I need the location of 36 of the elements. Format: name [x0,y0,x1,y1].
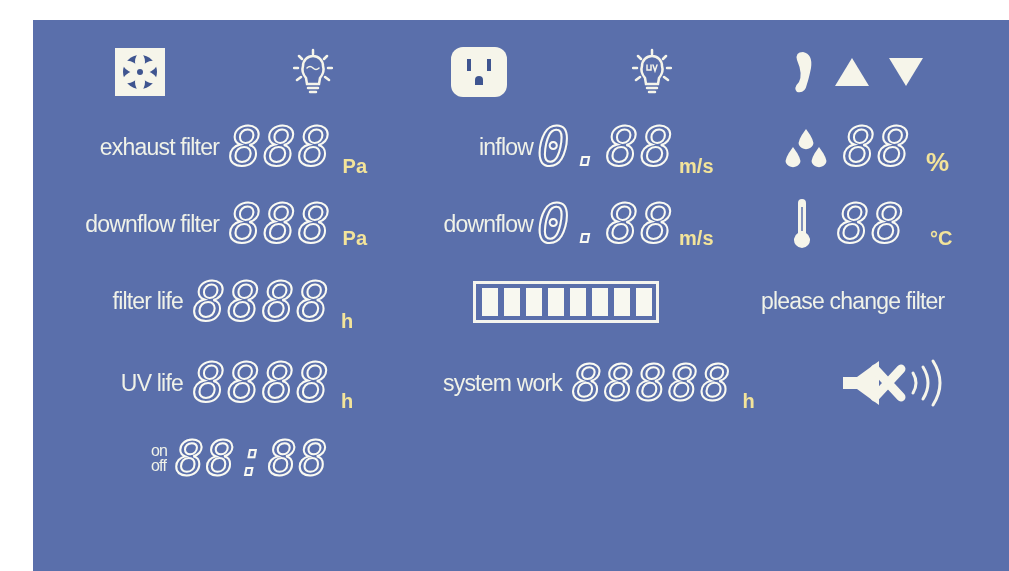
segment-display: 888 [229,197,333,251]
fan-icon [115,48,165,96]
unit-label: h [341,310,354,334]
segment-display: 0.88 [537,120,676,174]
unit-label: m/s [679,227,714,251]
readout-label: downflow filter [85,210,219,238]
segment-display: 88 [837,197,907,251]
unit-label: h [742,390,755,414]
uv-bulb-icon [632,48,672,96]
readout-label: UV life [120,369,183,397]
readout-label: exhaust filter [99,133,219,161]
down-triangle-icon [889,58,923,86]
segment-display: 88888 [572,358,733,408]
readout-label: system work [443,369,562,397]
bulb-icon [293,48,333,96]
on-label: on [151,442,168,458]
segment-display: 8888 [193,356,332,410]
segment-display: 0.88 [537,197,676,251]
segment-display: 88:88 [175,434,330,482]
up-triangle-icon [835,58,869,86]
warning-message: please change filter [761,288,945,315]
readout-label: inflow [479,133,533,161]
unit-label: Pa [342,155,367,179]
outlet-icon [451,47,507,97]
readout-label: filter life [112,288,183,315]
segment-display: 888 [229,120,333,174]
thermometer-icon [791,199,813,249]
segment-display: 8888 [193,274,332,329]
unit-label: % [926,147,950,179]
unit-label: °C [930,227,953,251]
readout-label: downflow [443,210,533,238]
unit-label: Pa [342,227,367,251]
off-label: off [151,458,168,474]
unit-label: m/s [679,155,714,179]
unit-label: h [341,390,354,414]
segment-display: 88 [843,120,913,174]
